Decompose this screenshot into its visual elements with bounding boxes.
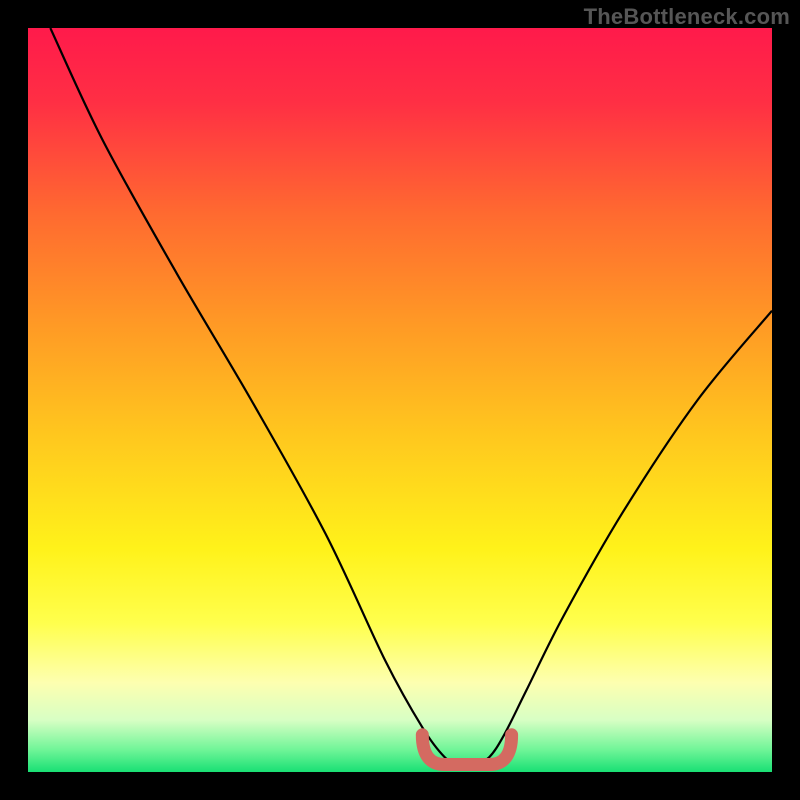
optimal-zone-marker	[422, 735, 511, 765]
watermark-text: TheBottleneck.com	[584, 4, 790, 30]
plot-area	[28, 28, 772, 772]
curve-layer	[28, 28, 772, 772]
bottleneck-curve	[50, 28, 772, 765]
chart-frame: TheBottleneck.com	[0, 0, 800, 800]
